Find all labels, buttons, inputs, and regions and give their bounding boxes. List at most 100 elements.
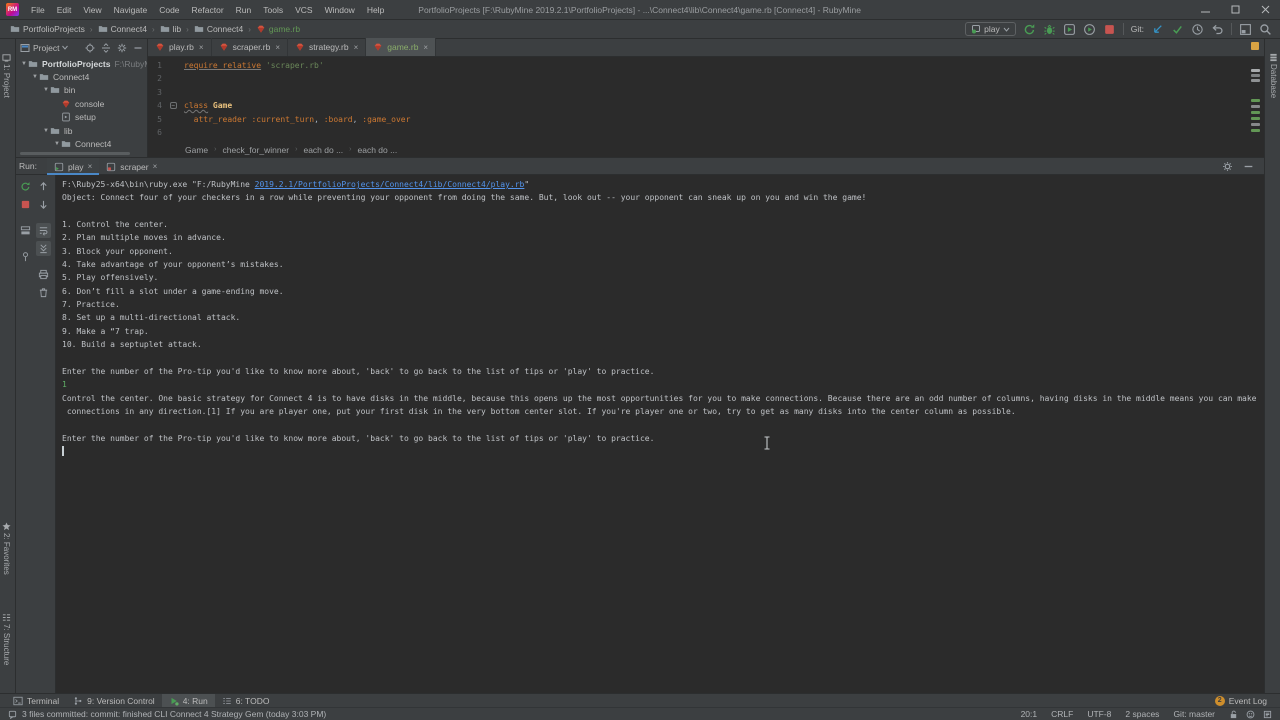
project-panel-title[interactable]: Project [20, 43, 69, 53]
tree-item-portfolioprojects[interactable]: ▼ PortfolioProjects F:\RubyM [16, 57, 147, 70]
run-settings-gear-icon[interactable] [1222, 161, 1233, 172]
expand-arrow-icon[interactable]: ▼ [42, 128, 50, 134]
git-update-button[interactable] [1151, 23, 1164, 36]
close-tab-icon[interactable]: × [88, 162, 93, 171]
code-breadcrumb-item[interactable]: each do ... [358, 145, 398, 155]
tree-item-connect4[interactable]: ▼ Connect4 [16, 137, 147, 150]
tree-item-lib[interactable]: ▼ lib [16, 124, 147, 137]
debug-button[interactable] [1043, 23, 1056, 36]
run-tab-play[interactable]: play × [46, 158, 100, 175]
tool-button-database[interactable]: Database [1269, 53, 1278, 98]
menu-file[interactable]: File [25, 0, 51, 19]
rerun-console-button[interactable] [18, 179, 33, 194]
run-console-output[interactable]: F:\Ruby25-x64\bin\ruby.exe "F:/RubyMine … [56, 175, 1264, 693]
code-breadcrumb-item[interactable]: Game [185, 145, 208, 155]
stop-button[interactable] [1103, 23, 1116, 36]
tool-windows-button[interactable] [1239, 23, 1252, 36]
tree-horizontal-scrollbar[interactable] [20, 152, 130, 155]
inspection-indicator[interactable] [1251, 42, 1259, 50]
menu-edit[interactable]: Edit [51, 0, 78, 19]
git-branch[interactable]: Git: master [1173, 709, 1215, 719]
editor-tab-play.rb[interactable]: play.rb × [148, 38, 212, 56]
event-log-button[interactable]: 2 Event Log [1208, 695, 1274, 706]
menu-view[interactable]: View [77, 0, 107, 19]
minimize-button[interactable] [1190, 0, 1220, 19]
expand-arrow-icon[interactable]: ▼ [20, 61, 28, 67]
file-encoding[interactable]: UTF-8 [1087, 709, 1111, 719]
soft-wrap-icon[interactable] [35, 223, 51, 238]
editor-tab-game.rb[interactable]: game.rb × [366, 38, 437, 56]
settings-gear-icon[interactable] [117, 43, 127, 53]
status-message[interactable]: 3 files committed: commit: finished CLI … [8, 709, 326, 719]
tree-item-setup[interactable]: setup [16, 111, 147, 124]
run-with-coverage-button[interactable] [1063, 23, 1076, 36]
close-tab-icon[interactable]: × [199, 43, 204, 52]
tool-button-favorites[interactable]: 2: Favorites [2, 522, 11, 575]
menu-refactor[interactable]: Refactor [186, 0, 230, 19]
tree-item-console[interactable]: console [16, 97, 147, 110]
reader-mode-icon[interactable] [1263, 710, 1272, 719]
down-stack-trace-icon[interactable] [36, 197, 51, 212]
expand-arrow-icon[interactable]: ▼ [31, 74, 39, 80]
tree-item-connect4[interactable]: ▼ Connect4 [16, 70, 147, 83]
menu-help[interactable]: Help [361, 0, 390, 19]
code-editor[interactable]: 1 require_relative 'scraper.rb' 2 3 4− class … [148, 57, 1264, 139]
tool-button-project[interactable]: 1: Project [2, 53, 11, 98]
highlighting-level-icon[interactable] [1246, 710, 1255, 719]
profiler-button[interactable] [1083, 23, 1096, 36]
close-button[interactable] [1250, 0, 1280, 19]
close-tab-icon[interactable]: × [423, 43, 428, 52]
breadcrumb-item[interactable]: game.rb [256, 24, 300, 34]
menu-vcs[interactable]: VCS [289, 0, 318, 19]
code-breadcrumb-item[interactable]: check_for_winner [223, 145, 290, 155]
expand-arrow-icon[interactable]: ▼ [42, 87, 50, 93]
tool-window-button-run[interactable]: 4: Run [161, 694, 215, 707]
close-tab-icon[interactable]: × [153, 162, 158, 171]
search-everywhere-button[interactable] [1259, 23, 1272, 36]
indent-style[interactable]: 2 spaces [1125, 709, 1159, 719]
up-stack-trace-icon[interactable] [36, 179, 51, 194]
run-tab-scraper[interactable]: scraper × [99, 158, 164, 175]
print-icon[interactable] [36, 267, 51, 282]
rerun-button[interactable] [1023, 23, 1036, 36]
tree-item-bin[interactable]: ▼ bin [16, 84, 147, 97]
console-file-link[interactable]: 2019.2.1/PortfolioProjects/Connect4/lib/… [255, 180, 525, 189]
menu-code[interactable]: Code [153, 0, 185, 19]
tool-window-button-terminal[interactable]: Terminal [6, 694, 66, 707]
menu-tools[interactable]: Tools [257, 0, 289, 19]
hide-panel-icon[interactable] [133, 43, 143, 53]
caret-position[interactable]: 20:1 [1021, 709, 1038, 719]
menu-navigate[interactable]: Navigate [108, 0, 154, 19]
tool-button-structure[interactable]: 7: Structure [2, 613, 11, 665]
clear-all-icon[interactable] [36, 285, 51, 300]
run-configuration-select[interactable]: play [965, 22, 1016, 36]
menu-run[interactable]: Run [230, 0, 258, 19]
lock-unlocked-icon[interactable] [1229, 710, 1238, 719]
pin-tab-icon[interactable] [18, 249, 33, 264]
collapse-all-icon[interactable] [101, 42, 111, 53]
breadcrumb-item[interactable]: Connect4 [98, 24, 147, 34]
fold-collapse-icon[interactable]: − [169, 102, 177, 110]
menu-window[interactable]: Window [319, 0, 361, 19]
line-separator[interactable]: CRLF [1051, 709, 1073, 719]
locate-file-icon[interactable] [85, 43, 95, 53]
maximize-button[interactable] [1220, 0, 1250, 19]
git-commit-button[interactable] [1171, 23, 1184, 36]
breadcrumb-item[interactable]: PortfolioProjects [10, 24, 85, 34]
rollback-button[interactable] [1211, 23, 1224, 36]
close-tab-icon[interactable]: × [275, 43, 280, 52]
tool-window-button-vcs[interactable]: 9: Version Control [66, 694, 162, 707]
editor-tab-strategy.rb[interactable]: strategy.rb × [288, 38, 367, 56]
breadcrumb-item[interactable]: Connect4 [194, 24, 243, 34]
restore-layout-icon[interactable] [18, 223, 33, 238]
breadcrumb-item[interactable]: lib [160, 24, 181, 34]
editor-tab-scraper.rb[interactable]: scraper.rb × [212, 38, 289, 56]
close-tab-icon[interactable]: × [354, 43, 359, 52]
history-button[interactable] [1191, 23, 1204, 36]
scroll-to-end-icon[interactable] [35, 241, 51, 256]
stop-console-button[interactable] [18, 197, 33, 212]
tool-window-button-todo[interactable]: 6: TODO [215, 694, 277, 707]
code-breadcrumb-item[interactable]: each do ... [303, 145, 343, 155]
expand-arrow-icon[interactable]: ▼ [53, 141, 61, 147]
hide-run-panel-icon[interactable] [1243, 161, 1254, 172]
